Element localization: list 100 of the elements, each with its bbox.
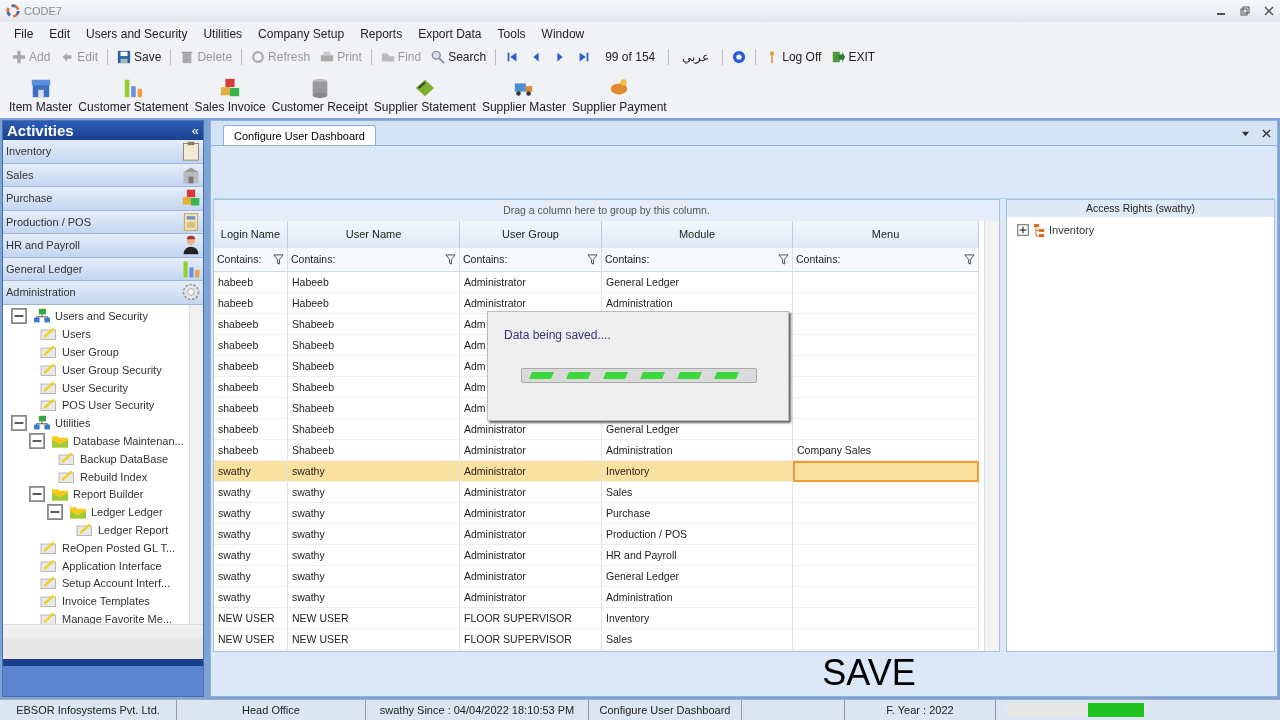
tree-item[interactable]: Rebuild Index — [80, 470, 148, 483]
tree-item[interactable]: Utilities — [55, 417, 91, 430]
filter-operator[interactable]: Contains: — [605, 253, 650, 266]
toolbar-button[interactable]: Log Off — [761, 49, 826, 65]
table-cell: swathy — [214, 586, 288, 608]
column-header[interactable]: User Group — [460, 220, 602, 248]
table-cell: Shabeeb — [288, 397, 460, 419]
tree-item[interactable]: POS User Security — [62, 399, 155, 412]
app-logo-icon — [6, 4, 20, 18]
close-icon[interactable] — [1262, 128, 1271, 138]
menu-item[interactable]: Tools — [489, 25, 534, 43]
filter-icon[interactable] — [587, 253, 598, 265]
form-icon — [39, 539, 59, 556]
tree-item[interactable]: Invoice Templates — [62, 595, 150, 608]
filter-operator[interactable]: Contains: — [796, 253, 841, 266]
network-icon — [32, 308, 52, 325]
collapse-toggle[interactable] — [27, 486, 47, 503]
quick-launch-button[interactable]: Supplier Payment — [568, 77, 670, 114]
table-cell: swathy — [288, 460, 460, 482]
menu-item[interactable]: Utilities — [195, 25, 251, 43]
quick-launch-button[interactable]: Supplier Statement — [370, 77, 479, 114]
tree-item[interactable]: Ledger Report — [98, 523, 169, 536]
tab[interactable]: Configure User Dashboard — [223, 125, 376, 145]
table-cell: HR and Payroll — [602, 544, 793, 566]
tree-item[interactable]: Users — [62, 328, 91, 341]
scrollbar[interactable] — [189, 304, 203, 624]
nav-group-button[interactable]: Administration — [3, 281, 203, 305]
close-icon[interactable] — [1264, 6, 1274, 16]
tree-item[interactable]: Database Maintenan... — [73, 434, 184, 447]
column-header[interactable]: Module — [602, 220, 793, 248]
table-cell: habeeb — [214, 292, 288, 314]
column-header[interactable]: Login Name — [214, 220, 288, 248]
tree-item[interactable]: User Group Security — [62, 363, 162, 376]
tree-item[interactable]: User Security — [62, 381, 129, 394]
menu-item[interactable]: Users and Security — [78, 25, 196, 43]
status-text: Head Office — [242, 704, 300, 716]
caption-text: SAVE — [821, 652, 917, 694]
filter-icon[interactable] — [445, 253, 456, 265]
menu-item[interactable]: Edit — [41, 25, 79, 43]
store-icon — [29, 77, 52, 99]
clipboard-icon — [181, 141, 201, 162]
menu-item[interactable]: Reports — [352, 25, 411, 43]
menu-item[interactable]: File — [6, 25, 42, 43]
quick-launch-button[interactable]: Item Master — [6, 77, 76, 114]
table-cell: swathy — [288, 586, 460, 608]
tree-item[interactable]: Inventory — [1049, 223, 1095, 236]
collapse-toggle[interactable] — [9, 415, 29, 432]
nav-group-button[interactable]: General Ledger — [3, 257, 203, 281]
quick-launch-button[interactable]: Customer Statement — [75, 77, 192, 114]
nav-group-button[interactable]: Inventory — [3, 140, 203, 164]
column-header[interactable]: Menu — [793, 220, 979, 248]
filter-icon[interactable] — [273, 253, 284, 265]
toolbar-text: 99 of 154 — [604, 50, 657, 64]
refresh-icon — [251, 50, 266, 64]
bin-icon — [180, 50, 195, 64]
collapse-button[interactable]: « — [191, 123, 199, 138]
table-cell: Administrator — [460, 271, 602, 293]
form-icon — [57, 468, 77, 485]
table-cell: swathy — [214, 544, 288, 566]
menu-item[interactable]: Window — [533, 25, 593, 43]
toolbar-button[interactable]: EXIT — [827, 49, 880, 65]
tree-item[interactable]: Application Interface — [62, 559, 162, 572]
toolbar-button[interactable]: Search — [427, 49, 491, 65]
quick-launch-button[interactable]: Supplier Master — [478, 77, 569, 114]
status-text: swathy Since : 04/04/2022 18:10:53 PM — [379, 704, 575, 716]
filter-operator[interactable]: Contains: — [463, 253, 508, 266]
table-cell: swathy — [288, 502, 460, 524]
menu-item[interactable]: Company Setup — [250, 25, 353, 43]
filter-icon[interactable] — [964, 253, 975, 265]
table-cell: swathy — [288, 523, 460, 545]
splitter-handle[interactable] — [3, 659, 203, 666]
toolbar-button[interactable]: Save — [113, 49, 166, 65]
nav-group-button[interactable]: Production / POS — [3, 210, 203, 234]
tree-item[interactable]: Backup DataBase — [80, 452, 169, 465]
tree-item[interactable]: Ledger Ledger — [91, 506, 163, 519]
tree-item[interactable]: User Group — [62, 346, 119, 358]
filter-operator[interactable]: Contains: — [291, 253, 336, 266]
restore-icon[interactable] — [1240, 6, 1250, 16]
scrollbar[interactable] — [3, 624, 203, 637]
nav-group-button[interactable]: HR and Payroll — [3, 234, 203, 258]
tree-item[interactable]: Setup Account Interf... — [62, 577, 171, 590]
tree-item[interactable]: Users and Security — [55, 310, 148, 323]
menu-item[interactable]: Export Data — [410, 25, 490, 43]
printer-icon — [320, 50, 335, 64]
quick-launch-button[interactable]: Sales Invoice — [191, 77, 269, 114]
nav-group-button[interactable]: Purchase — [3, 187, 203, 211]
filter-icon[interactable] — [778, 253, 789, 265]
collapse-toggle[interactable] — [45, 504, 65, 521]
table-cell: NEW USER — [288, 607, 460, 629]
tree-item[interactable]: Report Builder — [73, 488, 144, 501]
column-header[interactable]: User Name — [288, 220, 460, 248]
collapse-toggle[interactable] — [27, 432, 47, 449]
collapse-toggle[interactable] — [9, 308, 29, 325]
tree-item[interactable]: ReOpen Posted GL T... — [62, 541, 176, 554]
nav-group-button[interactable]: Sales — [3, 163, 203, 187]
quick-launch-button[interactable]: Customer Receipt — [268, 77, 371, 114]
form-icon — [39, 326, 59, 343]
table-cell: Company Sales — [793, 439, 979, 461]
expand-toggle[interactable] — [1017, 222, 1029, 237]
scrollbar[interactable] — [984, 220, 999, 651]
